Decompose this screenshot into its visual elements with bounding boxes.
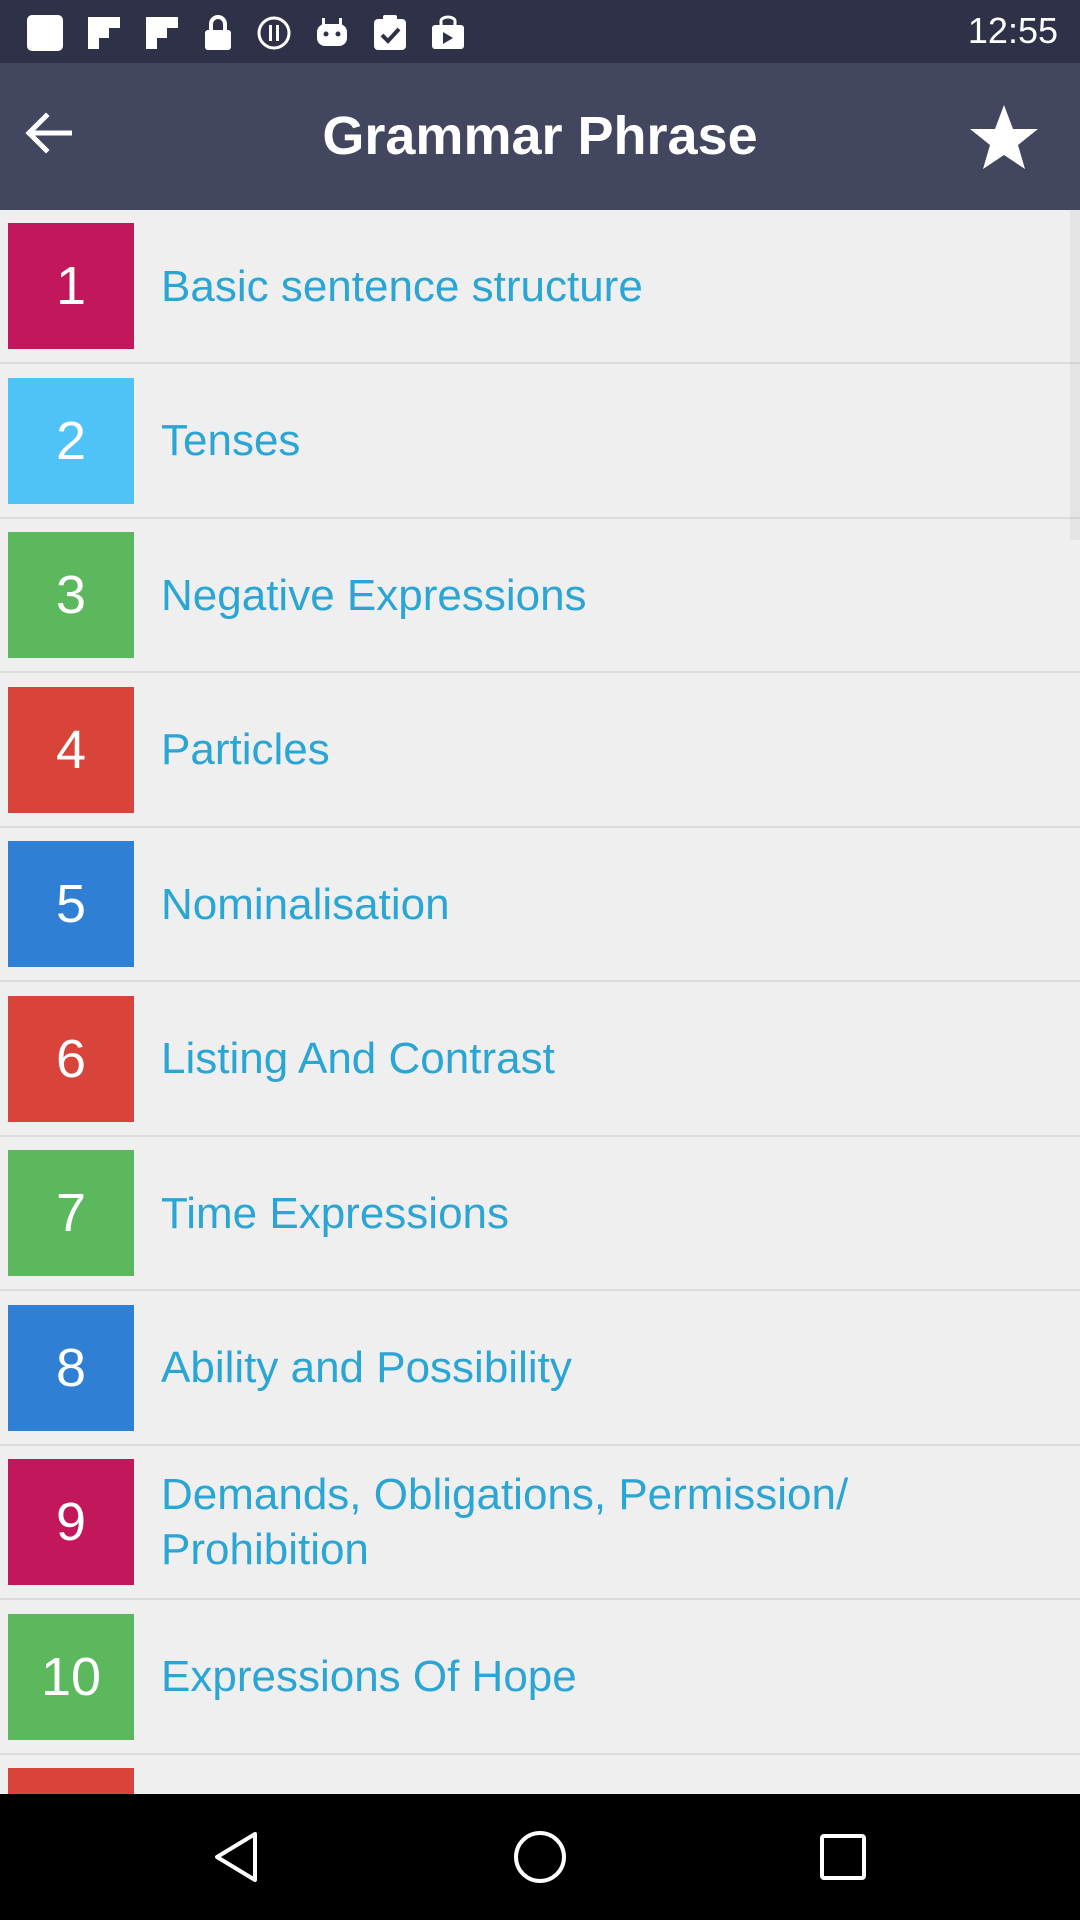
flipboard-icon: [146, 17, 178, 49]
app-bar: Grammar Phrase: [0, 63, 1080, 210]
lock-icon: [205, 15, 231, 50]
scrollbar[interactable]: [1070, 210, 1080, 540]
topic-number-badge: 6: [8, 995, 134, 1122]
clock: 12:55: [967, 10, 1058, 51]
clipboard-check-icon: [374, 15, 406, 50]
page-title: Grammar Phrase: [322, 106, 758, 166]
topic-number-badge: 5: [8, 841, 134, 967]
back-nav-button[interactable]: [201, 1822, 271, 1892]
topic-label: Tenses: [161, 416, 301, 465]
topic-number-badge: 2: [8, 377, 134, 504]
topic-label: Particles: [161, 725, 330, 774]
list-item[interactable]: 8 Ability and Possibility: [0, 1292, 1080, 1446]
topic-number-badge: 3: [8, 532, 134, 658]
list-item[interactable]: [0, 1755, 1080, 1794]
list-item[interactable]: 1 Basic sentence structure: [0, 210, 1080, 364]
list-item[interactable]: 5 Nominalisation: [0, 828, 1080, 982]
topic-number-badge: 10: [8, 1613, 134, 1740]
topic-label: Time Expressions: [161, 1188, 510, 1238]
notification-square-icon: [27, 15, 63, 51]
topic-label: Demands, Obligations, Permission/ Prohib…: [161, 1470, 849, 1574]
list-item[interactable]: 6 Listing And Contrast: [0, 983, 1080, 1137]
notification-icons: [26, 14, 466, 52]
topic-number-badge: 7: [8, 1150, 134, 1276]
topic-label: Expressions Of Hope: [161, 1652, 577, 1701]
topic-list: 1 Basic sentence structure 2 Tenses 3 Negativ…: [0, 210, 1080, 1794]
star-icon: [970, 105, 1038, 169]
topic-number-badge: 4: [8, 686, 134, 813]
topic-number-badge: 9: [8, 1459, 134, 1585]
arrow-left-icon: [25, 112, 72, 154]
topic-label: Basic sentence structure: [161, 261, 643, 311]
navigation-bar: [0, 1794, 1080, 1920]
pause-circle-icon: [257, 16, 291, 50]
back-triangle-icon: [215, 1832, 257, 1882]
android-icon: [317, 18, 347, 46]
status-bar: 12:55: [0, 0, 1080, 63]
home-nav-button[interactable]: [505, 1822, 575, 1892]
system-icons: 12:55: [968, 10, 1058, 52]
topic-label: [161, 1755, 1020, 1794]
list-item[interactable]: 3 Negative Expressions: [0, 519, 1080, 673]
topic-number-badge: 1: [8, 223, 134, 349]
list-item[interactable]: 4 Particles: [0, 674, 1080, 828]
recents-nav-button[interactable]: [808, 1822, 878, 1892]
shopping-bag-icon: [432, 15, 464, 49]
topic-label: Ability and Possibility: [161, 1343, 572, 1392]
list-item[interactable]: 10 Expressions Of Hope: [0, 1601, 1080, 1755]
topic-label: Listing And Contrast: [161, 1034, 555, 1083]
topic-number-badge: 8: [8, 1304, 134, 1431]
list-item[interactable]: 2 Tenses: [0, 365, 1080, 519]
recents-square-icon: [820, 1834, 866, 1880]
flipboard-icon: [88, 17, 120, 49]
list-item[interactable]: 9 Demands, Obligations, Permission/ Prohi…: [0, 1446, 1080, 1600]
back-button[interactable]: [18, 103, 78, 163]
topic-number-badge: [8, 1768, 134, 1794]
topic-label: Negative Expressions: [161, 570, 587, 620]
home-circle-icon: [514, 1831, 566, 1883]
topic-label: Nominalisation: [161, 879, 450, 929]
favorites-button[interactable]: [966, 99, 1042, 175]
list-item[interactable]: 7 Time Expressions: [0, 1137, 1080, 1291]
